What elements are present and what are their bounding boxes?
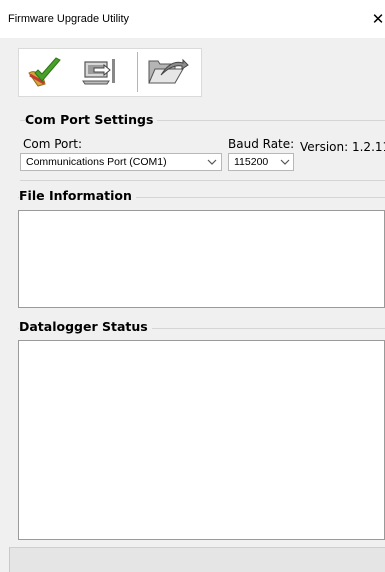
chevron-down-icon: [207, 159, 217, 165]
transfer-button[interactable]: [80, 53, 120, 91]
status-bar: [9, 547, 385, 572]
computer-transfer-icon: [82, 59, 115, 85]
com-port-select[interactable]: Communications Port (COM1): [20, 153, 222, 171]
baud-rate-label: Baud Rate:: [228, 137, 295, 151]
com-port-value: Communications Port (COM1): [26, 156, 167, 168]
toolbar-separator: [137, 52, 138, 92]
baud-rate-value: 115200: [234, 156, 269, 168]
window-title: Firmware Upgrade Utility: [8, 13, 130, 25]
open-folder-icon: [148, 58, 189, 84]
version-text: Version: 1.2.11: [300, 140, 385, 154]
datalogger-status-title: Datalogger Status: [19, 319, 152, 334]
title-bar: Firmware Upgrade Utility ✕: [0, 0, 385, 38]
open-button[interactable]: [145, 53, 189, 91]
baud-rate-select[interactable]: 115200: [228, 153, 294, 171]
file-information-title: File Information: [19, 188, 136, 203]
file-information-box: [18, 210, 385, 308]
datalogger-status-box: [18, 340, 385, 540]
chevron-down-icon: [280, 159, 290, 165]
upgrade-button[interactable]: [25, 53, 65, 91]
green-check-download-icon: [28, 57, 61, 87]
toolbar: [18, 48, 202, 97]
com-port-label: Com Port:: [23, 137, 83, 151]
close-button[interactable]: ✕: [367, 8, 385, 30]
com-port-settings-title: Com Port Settings: [25, 112, 158, 127]
com-port-group-bottom: [20, 180, 385, 181]
close-icon: ✕: [371, 10, 385, 28]
